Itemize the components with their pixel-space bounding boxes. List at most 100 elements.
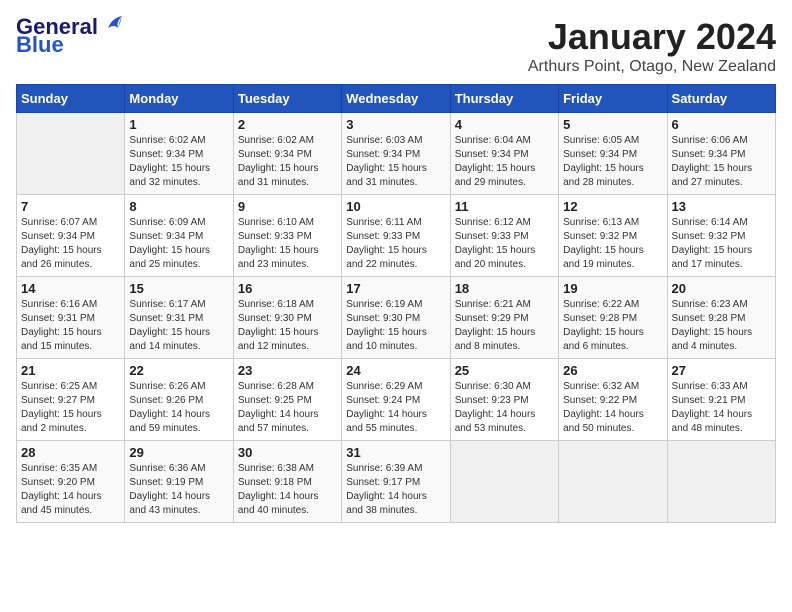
weekday-header-row: SundayMondayTuesdayWednesdayThursdayFrid…: [17, 85, 776, 113]
week-row-5: 28 Sunrise: 6:35 AM Sunset: 9:20 PM Dayli…: [17, 441, 776, 523]
day-info: Sunrise: 6:13 AM Sunset: 9:32 PM Dayligh…: [563, 216, 662, 272]
calendar-cell: 11 Sunrise: 6:12 AM Sunset: 9:33 PM Dayli…: [450, 195, 558, 277]
day-number: 24: [346, 363, 445, 378]
day-info: Sunrise: 6:35 AM Sunset: 9:20 PM Dayligh…: [21, 462, 120, 518]
calendar-cell: 28 Sunrise: 6:35 AM Sunset: 9:20 PM Dayli…: [17, 441, 125, 523]
calendar-cell: 20 Sunrise: 6:23 AM Sunset: 9:28 PM Dayli…: [667, 277, 775, 359]
calendar-cell: 18Sunrise: 6:21 AM Sunset: 9:29 PM Dayli…: [450, 277, 558, 359]
calendar-cell: 30Sunrise: 6:38 AM Sunset: 9:18 PM Dayli…: [233, 441, 341, 523]
day-info: Sunrise: 6:10 AM Sunset: 9:33 PM Dayligh…: [238, 216, 337, 272]
day-number: 23: [238, 363, 337, 378]
weekday-header-monday: Monday: [125, 85, 233, 113]
day-number: 21: [21, 363, 120, 378]
location-title: Arthurs Point, Otago, New Zealand: [528, 58, 776, 76]
calendar-cell: 7 Sunrise: 6:07 AM Sunset: 9:34 PM Daylig…: [17, 195, 125, 277]
day-info: Sunrise: 6:05 AM Sunset: 9:34 PM Dayligh…: [563, 134, 662, 190]
day-info: Sunrise: 6:12 AM Sunset: 9:33 PM Dayligh…: [455, 216, 554, 272]
day-number: 19: [563, 281, 662, 296]
day-info: Sunrise: 6:16 AM Sunset: 9:31 PM Dayligh…: [21, 298, 120, 354]
week-row-4: 21 Sunrise: 6:25 AM Sunset: 9:27 PM Dayli…: [17, 359, 776, 441]
calendar-cell: 12Sunrise: 6:13 AM Sunset: 9:32 PM Dayli…: [559, 195, 667, 277]
day-info: Sunrise: 6:19 AM Sunset: 9:30 PM Dayligh…: [346, 298, 445, 354]
calendar-cell: [559, 441, 667, 523]
day-number: 18: [455, 281, 554, 296]
day-info: Sunrise: 6:04 AM Sunset: 9:34 PM Dayligh…: [455, 134, 554, 190]
calendar-cell: 5 Sunrise: 6:05 AM Sunset: 9:34 PM Daylig…: [559, 113, 667, 195]
day-number: 5: [563, 117, 662, 132]
day-info: Sunrise: 6:06 AM Sunset: 9:34 PM Dayligh…: [672, 134, 771, 190]
logo: General Blue: [16, 16, 122, 56]
calendar-cell: 15 Sunrise: 6:17 AM Sunset: 9:31 PM Dayli…: [125, 277, 233, 359]
day-info: Sunrise: 6:07 AM Sunset: 9:34 PM Dayligh…: [21, 216, 120, 272]
day-info: Sunrise: 6:32 AM Sunset: 9:22 PM Dayligh…: [563, 380, 662, 436]
day-info: Sunrise: 6:03 AM Sunset: 9:34 PM Dayligh…: [346, 134, 445, 190]
weekday-header-saturday: Saturday: [667, 85, 775, 113]
day-info: Sunrise: 6:29 AM Sunset: 9:24 PM Dayligh…: [346, 380, 445, 436]
calendar-cell: 21 Sunrise: 6:25 AM Sunset: 9:27 PM Dayli…: [17, 359, 125, 441]
day-info: Sunrise: 6:11 AM Sunset: 9:33 PM Dayligh…: [346, 216, 445, 272]
calendar-cell: 23 Sunrise: 6:28 AM Sunset: 9:25 PM Dayli…: [233, 359, 341, 441]
day-number: 7: [21, 199, 120, 214]
weekday-header-sunday: Sunday: [17, 85, 125, 113]
calendar-cell: 2Sunrise: 6:02 AM Sunset: 9:34 PM Daylig…: [233, 113, 341, 195]
day-number: 29: [129, 445, 228, 460]
calendar-cell: [667, 441, 775, 523]
calendar-cell: 8 Sunrise: 6:09 AM Sunset: 9:34 PM Daylig…: [125, 195, 233, 277]
day-number: 22: [129, 363, 228, 378]
day-number: 13: [672, 199, 771, 214]
day-number: 27: [672, 363, 771, 378]
logo-bird-icon: [100, 14, 122, 36]
week-row-3: 14 Sunrise: 6:16 AM Sunset: 9:31 PM Dayli…: [17, 277, 776, 359]
day-info: Sunrise: 6:28 AM Sunset: 9:25 PM Dayligh…: [238, 380, 337, 436]
calendar-cell: 31 Sunrise: 6:39 AM Sunset: 9:17 PM Dayli…: [342, 441, 450, 523]
logo-blue: Blue: [16, 34, 64, 56]
day-info: Sunrise: 6:33 AM Sunset: 9:21 PM Dayligh…: [672, 380, 771, 436]
day-number: 1: [129, 117, 228, 132]
day-number: 31: [346, 445, 445, 460]
day-number: 14: [21, 281, 120, 296]
day-number: 25: [455, 363, 554, 378]
day-number: 17: [346, 281, 445, 296]
day-info: Sunrise: 6:39 AM Sunset: 9:17 PM Dayligh…: [346, 462, 445, 518]
calendar-cell: [450, 441, 558, 523]
day-info: Sunrise: 6:22 AM Sunset: 9:28 PM Dayligh…: [563, 298, 662, 354]
week-row-1: 1 Sunrise: 6:02 AM Sunset: 9:34 PM Daylig…: [17, 113, 776, 195]
day-info: Sunrise: 6:25 AM Sunset: 9:27 PM Dayligh…: [21, 380, 120, 436]
week-row-2: 7 Sunrise: 6:07 AM Sunset: 9:34 PM Daylig…: [17, 195, 776, 277]
day-info: Sunrise: 6:02 AM Sunset: 9:34 PM Dayligh…: [238, 134, 337, 190]
weekday-header-wednesday: Wednesday: [342, 85, 450, 113]
calendar-cell: 16Sunrise: 6:18 AM Sunset: 9:30 PM Dayli…: [233, 277, 341, 359]
day-number: 26: [563, 363, 662, 378]
calendar-cell: 6Sunrise: 6:06 AM Sunset: 9:34 PM Daylig…: [667, 113, 775, 195]
calendar-cell: 13 Sunrise: 6:14 AM Sunset: 9:32 PM Dayli…: [667, 195, 775, 277]
calendar-cell: 26 Sunrise: 6:32 AM Sunset: 9:22 PM Dayli…: [559, 359, 667, 441]
weekday-header-thursday: Thursday: [450, 85, 558, 113]
day-number: 3: [346, 117, 445, 132]
weekday-header-friday: Friday: [559, 85, 667, 113]
day-info: Sunrise: 6:14 AM Sunset: 9:32 PM Dayligh…: [672, 216, 771, 272]
day-info: Sunrise: 6:38 AM Sunset: 9:18 PM Dayligh…: [238, 462, 337, 518]
day-number: 15: [129, 281, 228, 296]
month-title: January 2024: [528, 16, 776, 58]
day-info: Sunrise: 6:17 AM Sunset: 9:31 PM Dayligh…: [129, 298, 228, 354]
day-info: Sunrise: 6:23 AM Sunset: 9:28 PM Dayligh…: [672, 298, 771, 354]
day-number: 11: [455, 199, 554, 214]
calendar-cell: 24 Sunrise: 6:29 AM Sunset: 9:24 PM Dayli…: [342, 359, 450, 441]
day-info: Sunrise: 6:09 AM Sunset: 9:34 PM Dayligh…: [129, 216, 228, 272]
calendar-cell: 27 Sunrise: 6:33 AM Sunset: 9:21 PM Dayli…: [667, 359, 775, 441]
day-number: 16: [238, 281, 337, 296]
calendar-cell: 17 Sunrise: 6:19 AM Sunset: 9:30 PM Dayli…: [342, 277, 450, 359]
calendar-cell: 3 Sunrise: 6:03 AM Sunset: 9:34 PM Daylig…: [342, 113, 450, 195]
day-number: 20: [672, 281, 771, 296]
calendar-cell: 1 Sunrise: 6:02 AM Sunset: 9:34 PM Daylig…: [125, 113, 233, 195]
day-info: Sunrise: 6:02 AM Sunset: 9:34 PM Dayligh…: [129, 134, 228, 190]
calendar-cell: [17, 113, 125, 195]
calendar-cell: 22Sunrise: 6:26 AM Sunset: 9:26 PM Dayli…: [125, 359, 233, 441]
calendar-cell: 19 Sunrise: 6:22 AM Sunset: 9:28 PM Dayli…: [559, 277, 667, 359]
day-number: 8: [129, 199, 228, 214]
title-section: January 2024 Arthurs Point, Otago, New Z…: [528, 16, 776, 76]
day-info: Sunrise: 6:36 AM Sunset: 9:19 PM Dayligh…: [129, 462, 228, 518]
calendar-cell: 9Sunrise: 6:10 AM Sunset: 9:33 PM Daylig…: [233, 195, 341, 277]
day-number: 28: [21, 445, 120, 460]
header: General Blue January 2024 Arthurs Point,…: [16, 16, 776, 76]
